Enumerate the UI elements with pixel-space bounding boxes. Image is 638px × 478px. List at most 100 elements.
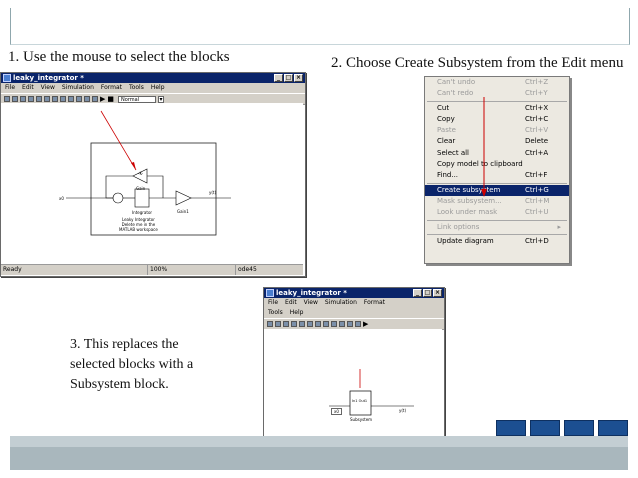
menu-help[interactable]: Help bbox=[151, 84, 165, 92]
step1-caption: 1. Use the mouse to select the blocks bbox=[8, 49, 230, 65]
redo-icon[interactable] bbox=[331, 321, 337, 327]
footer-band bbox=[10, 436, 628, 447]
arrow-head bbox=[131, 162, 136, 170]
input-label: x0 bbox=[331, 408, 342, 415]
new-icon[interactable] bbox=[267, 321, 273, 327]
menu-help[interactable]: Help bbox=[290, 309, 304, 317]
simulink-icon bbox=[266, 289, 274, 297]
print-icon[interactable] bbox=[28, 96, 34, 102]
slide-top-frame bbox=[10, 8, 630, 45]
maximize-button[interactable]: □ bbox=[423, 289, 432, 297]
menu-edit[interactable]: Edit bbox=[22, 84, 34, 92]
paste-icon[interactable] bbox=[315, 321, 321, 327]
window-title: leaky_integrator * bbox=[13, 74, 84, 82]
gain1-block[interactable] bbox=[175, 190, 192, 206]
simulink-icon bbox=[3, 74, 11, 82]
integrator-block[interactable] bbox=[134, 188, 150, 208]
logo-badge bbox=[496, 420, 526, 436]
model-canvas[interactable]: In1 Out1 x0 Subsystem y(t) bbox=[264, 329, 442, 434]
feedback-line bbox=[147, 175, 164, 198]
menu-format[interactable]: Format bbox=[101, 84, 122, 92]
copy-icon[interactable] bbox=[307, 321, 313, 327]
subsystem-ports: In1 Out1 bbox=[352, 399, 368, 403]
solver-name: ode45 bbox=[238, 266, 257, 273]
menu-simulation[interactable]: Simulation bbox=[62, 84, 94, 92]
menu-tools[interactable]: Tools bbox=[268, 309, 283, 317]
block-diagram bbox=[66, 110, 231, 236]
window-title: leaky_integrator * bbox=[276, 289, 347, 297]
logo-badge bbox=[530, 420, 560, 436]
window-title-bar: leaky_integrator * _ □ × bbox=[264, 288, 444, 298]
step3-line: selected blocks with a bbox=[70, 357, 194, 372]
library-icon[interactable] bbox=[339, 321, 345, 327]
output-label: y(t) bbox=[399, 408, 407, 413]
note-line: MATLAB workspace bbox=[119, 227, 158, 232]
zoom-level: 100% bbox=[148, 265, 236, 275]
minimize-button[interactable]: _ bbox=[413, 289, 422, 297]
gain-value: -K- bbox=[138, 171, 144, 176]
pointer-arrow bbox=[100, 110, 137, 171]
library-icon[interactable] bbox=[76, 96, 82, 102]
step3-line: Subsystem block. bbox=[70, 377, 169, 392]
menu-view[interactable]: View bbox=[41, 84, 55, 92]
maximize-button[interactable]: □ bbox=[284, 74, 293, 82]
window-title-bar: leaky_integrator * _ □ × bbox=[1, 73, 305, 83]
menu-file[interactable]: File bbox=[5, 84, 15, 92]
integrator-label: Integrator bbox=[132, 210, 153, 215]
stop-icon[interactable]: ■ bbox=[107, 95, 114, 103]
cut-icon[interactable] bbox=[299, 321, 305, 327]
undo-icon[interactable] bbox=[323, 321, 329, 327]
menu-format[interactable]: Format bbox=[364, 299, 385, 307]
output-label: y(t) bbox=[209, 190, 217, 195]
play-icon[interactable]: ▶ bbox=[100, 95, 105, 103]
copy-icon[interactable] bbox=[44, 96, 50, 102]
target-icon[interactable] bbox=[355, 321, 361, 327]
undo-icon[interactable] bbox=[60, 96, 66, 102]
menu-bar: File Edit View Simulation Format Tools H… bbox=[1, 83, 305, 93]
footer-bar bbox=[10, 447, 628, 470]
minimize-button[interactable]: _ bbox=[274, 74, 283, 82]
close-button[interactable]: × bbox=[433, 289, 442, 297]
save-icon[interactable] bbox=[20, 96, 26, 102]
close-button[interactable]: × bbox=[294, 74, 303, 82]
redo-icon[interactable] bbox=[68, 96, 74, 102]
sum-block[interactable] bbox=[112, 192, 124, 204]
sim-mode-select[interactable]: Normal bbox=[118, 95, 157, 103]
step3-caption: 3. This replaces the selected blocks wit… bbox=[70, 335, 193, 395]
new-icon[interactable] bbox=[4, 96, 10, 102]
input-label: x0 bbox=[59, 196, 64, 201]
menu-file[interactable]: File bbox=[268, 299, 278, 307]
gain1-label: Gain1 bbox=[177, 209, 189, 214]
menu-pointer-arrow bbox=[481, 97, 487, 197]
logo-badge bbox=[598, 420, 628, 436]
menu-tools[interactable]: Tools bbox=[129, 84, 144, 92]
paste-icon[interactable] bbox=[52, 96, 58, 102]
menu-bar-row2: Tools Help bbox=[264, 308, 444, 318]
save-icon[interactable] bbox=[283, 321, 289, 327]
subsystem-label: Subsystem bbox=[350, 417, 373, 422]
status-text: Ready bbox=[1, 265, 148, 275]
open-icon[interactable] bbox=[275, 321, 281, 327]
step2-caption: 2. Choose Create Subsystem from the Edit… bbox=[331, 55, 624, 71]
menu-bar: File Edit View Simulation Format bbox=[264, 298, 444, 308]
open-icon[interactable] bbox=[12, 96, 18, 102]
model-canvas[interactable]: -K- Gain Integrator Gain1 x0 y(t) Leaky … bbox=[1, 103, 303, 264]
logo-badge bbox=[564, 420, 594, 436]
chevron-down-icon[interactable]: ▾ bbox=[158, 95, 165, 103]
model-window: leaky_integrator * _ □ × File Edit View … bbox=[0, 72, 306, 277]
edit-menu: Can't undo Ctrl+Z Can't redo Ctrl+Y Cut Ctr… bbox=[424, 76, 570, 264]
print-icon[interactable] bbox=[291, 321, 297, 327]
debug-icon[interactable] bbox=[84, 96, 90, 102]
debug-icon[interactable] bbox=[347, 321, 353, 327]
gain-label: Gain bbox=[136, 186, 146, 191]
annotation-note: Leaky Integrator Delete me in the MATLAB… bbox=[119, 217, 158, 232]
result-window: leaky_integrator * _ □ × File Edit View … bbox=[263, 287, 445, 437]
play-icon[interactable]: ▶ bbox=[363, 320, 368, 328]
menu-edit[interactable]: Edit bbox=[285, 299, 297, 307]
target-icon[interactable] bbox=[92, 96, 98, 102]
menu-view[interactable]: View bbox=[304, 299, 318, 307]
menu-simulation[interactable]: Simulation bbox=[325, 299, 357, 307]
arrow-head bbox=[481, 189, 487, 197]
subsystem-block[interactable] bbox=[349, 390, 372, 416]
cut-icon[interactable] bbox=[36, 96, 42, 102]
